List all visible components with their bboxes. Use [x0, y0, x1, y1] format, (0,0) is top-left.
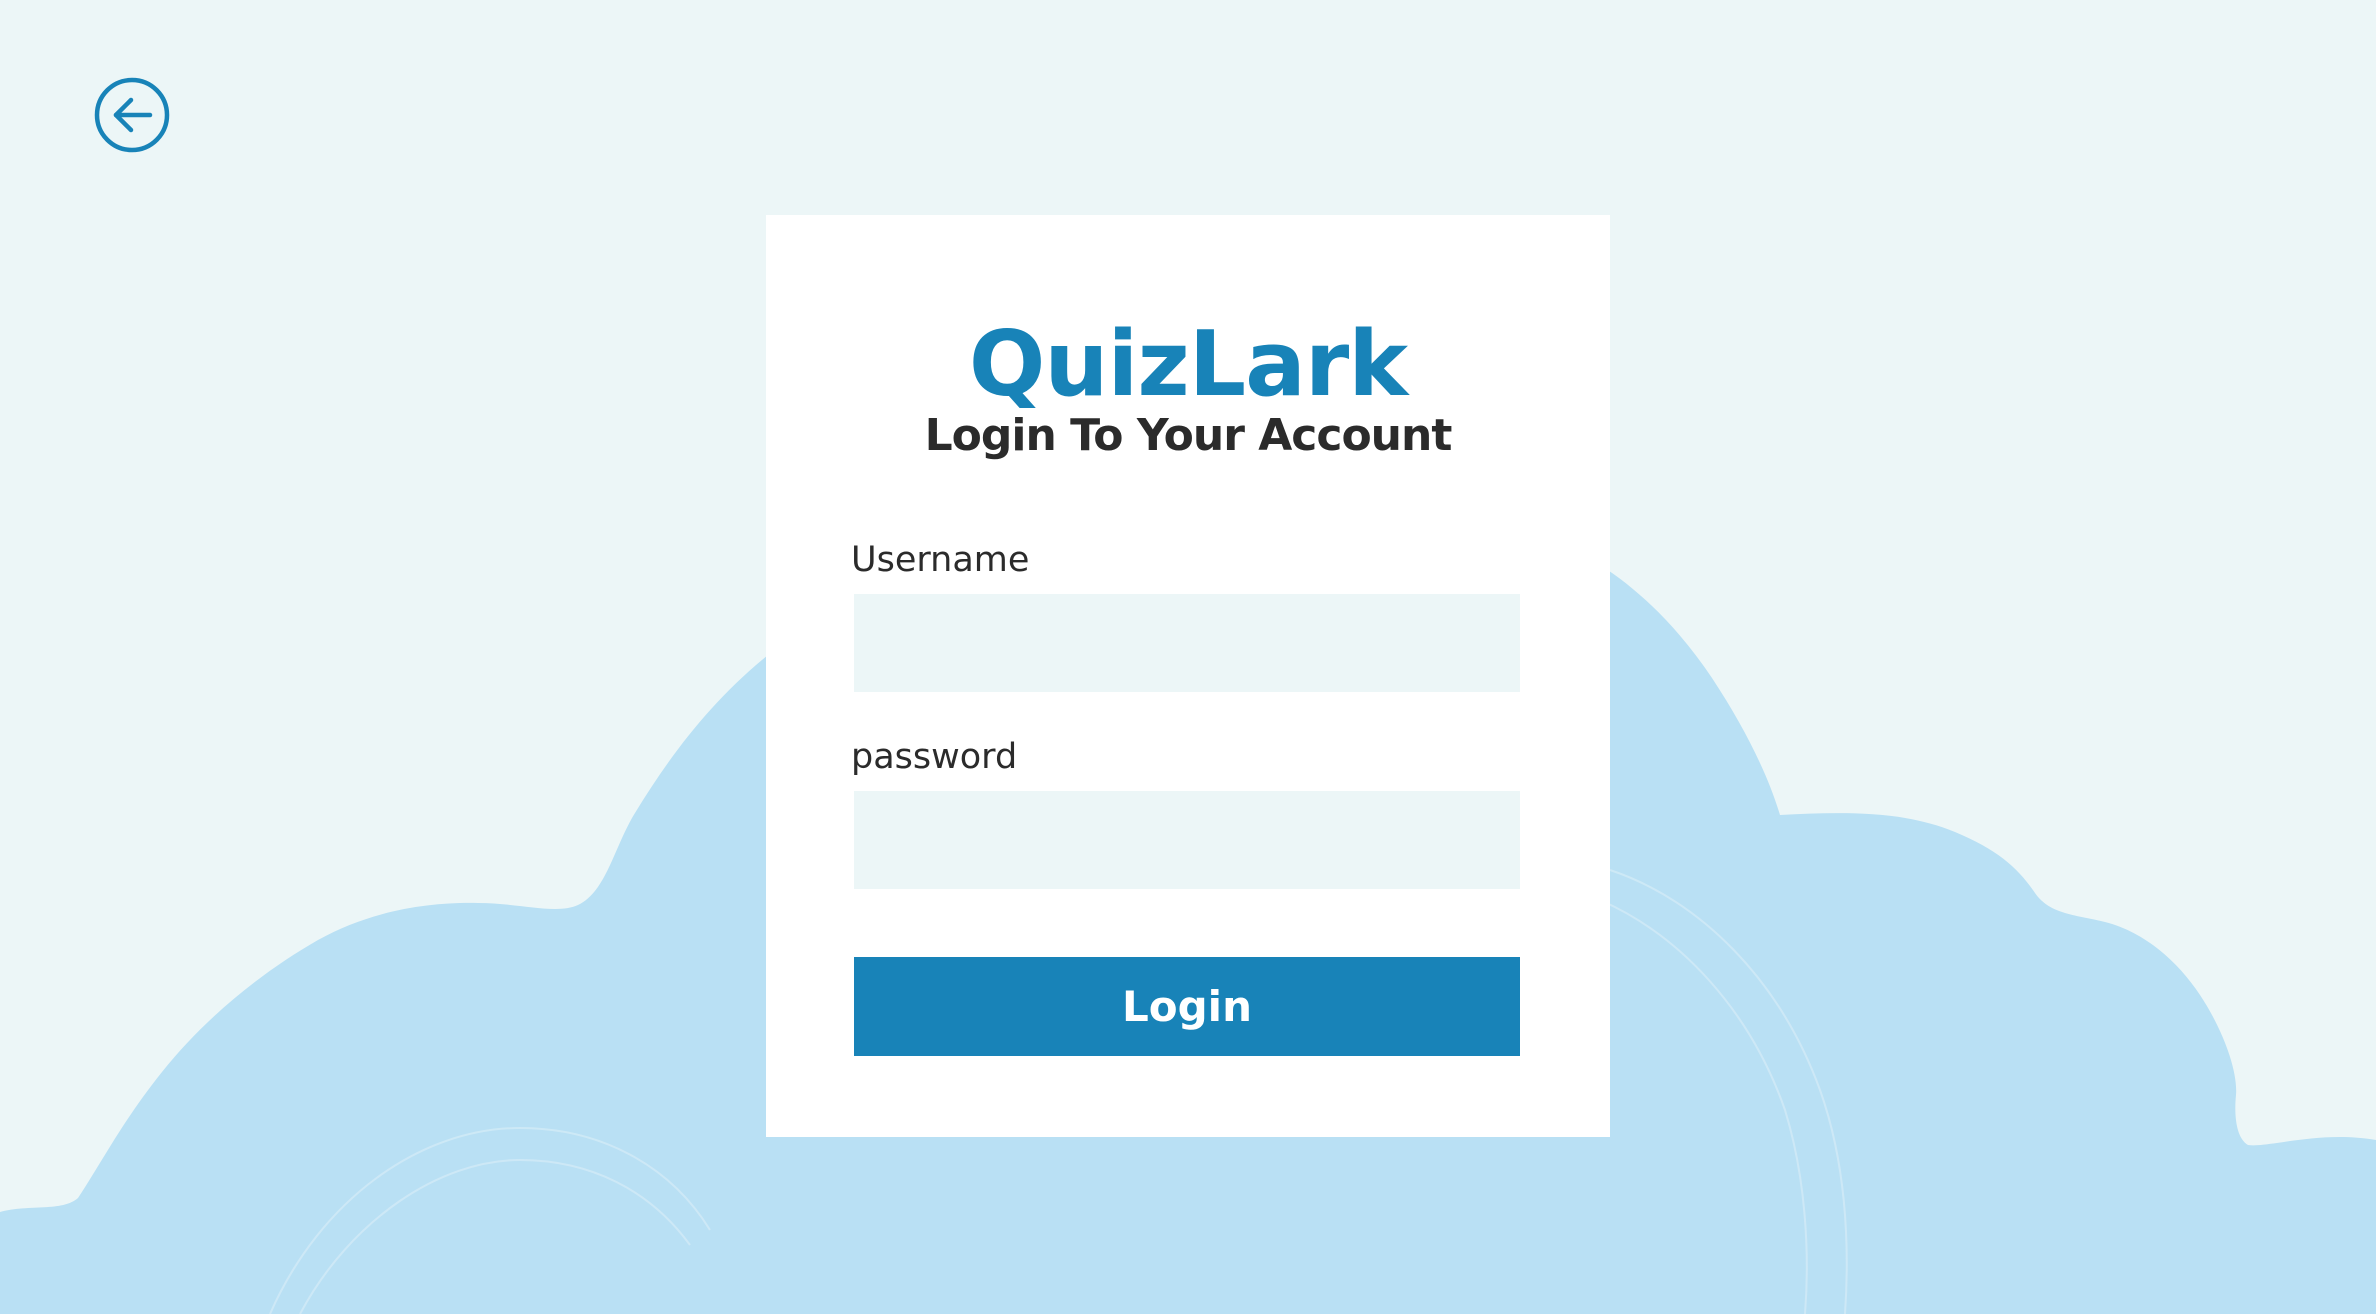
- login-card: QuizLark Login To Your Account Username …: [766, 215, 1610, 1137]
- page-title: Login To Your Account: [924, 410, 1453, 461]
- arrow-left-circle-icon: [94, 77, 170, 153]
- password-input[interactable]: [854, 791, 1520, 889]
- back-button[interactable]: [92, 75, 172, 155]
- username-label: Username: [851, 540, 1030, 580]
- password-label: password: [851, 737, 1018, 777]
- brand-logo: QuizLark: [968, 312, 1408, 417]
- login-button[interactable]: Login: [854, 957, 1520, 1056]
- username-input[interactable]: [854, 594, 1520, 692]
- login-page: QuizLark Login To Your Account Username …: [0, 0, 2376, 1314]
